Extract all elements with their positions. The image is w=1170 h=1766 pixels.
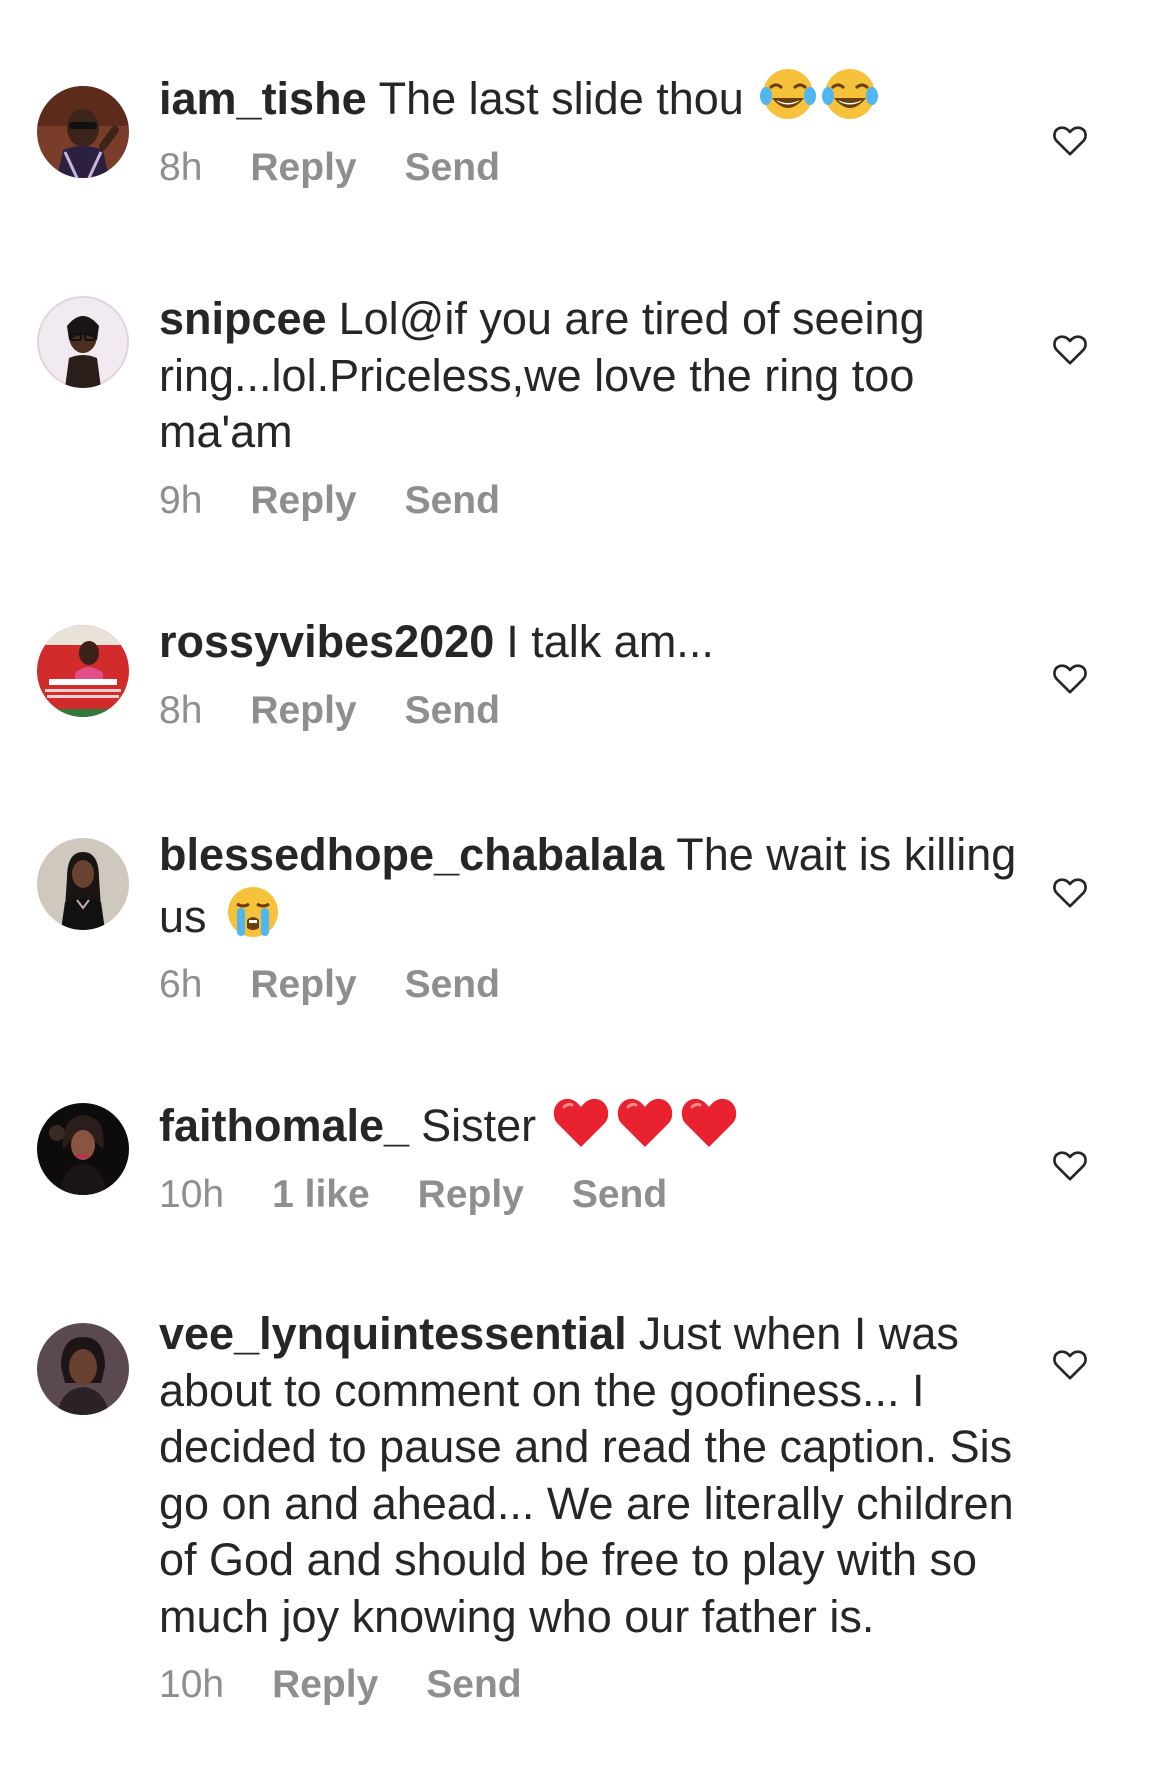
heart-outline-icon	[1053, 664, 1087, 694]
heart-outline-icon	[1053, 1151, 1087, 1181]
comment-message: The last slide thou	[378, 73, 744, 124]
reply-button[interactable]: Reply	[418, 1173, 524, 1217]
red-heart-icon	[680, 1093, 738, 1149]
comment-meta: 6h Reply Send	[159, 963, 1019, 1019]
comment-timestamp: 10h	[159, 1663, 225, 1706]
reply-button[interactable]: Reply	[250, 479, 356, 523]
comment-like-count[interactable]: 1 like	[272, 1173, 370, 1217]
avatar[interactable]	[37, 1323, 129, 1415]
comment-body: iam_tishe The last slide thou 8h Reply Send	[159, 66, 1019, 202]
comment-meta: 10h Reply Send	[159, 1663, 1019, 1719]
comment-username[interactable]: iam_tishe	[159, 73, 367, 124]
heart-outline-icon	[1053, 1350, 1087, 1380]
reply-button[interactable]: Reply	[250, 689, 356, 733]
comment-timestamp: 8h	[159, 145, 203, 189]
comment-text: blessedhope_chabalala The wait is killing…	[159, 827, 1019, 945]
avatar[interactable]	[37, 86, 129, 178]
comment-message: Sister	[421, 1100, 537, 1151]
avatar[interactable]	[37, 1103, 129, 1195]
heart-outline-icon	[1053, 335, 1087, 365]
comment-body: blessedhope_chabalala The wait is killing…	[159, 827, 1019, 1019]
comment-timestamp: 8h	[159, 688, 203, 732]
send-button[interactable]: Send	[405, 963, 500, 1007]
comment-meta: 10h 1 like Reply Send	[159, 1173, 1019, 1229]
comment-timestamp: 9h	[159, 478, 203, 522]
face-with-tears-of-joy-icon	[821, 66, 878, 122]
red-heart-icon	[616, 1093, 674, 1149]
like-button[interactable]	[1050, 329, 1090, 369]
avatar[interactable]	[37, 625, 129, 717]
heart-outline-icon	[1053, 878, 1087, 908]
comment-username[interactable]: faithomale_	[159, 1100, 409, 1151]
red-heart-icon	[552, 1093, 610, 1149]
comment-body: snipcee Lol@if you are tired of seeing ri…	[159, 291, 1019, 535]
like-button[interactable]	[1050, 120, 1090, 160]
send-button[interactable]: Send	[405, 689, 500, 733]
comment-text: vee_lynquintessential Just when I was abo…	[159, 1306, 1019, 1645]
loudly-crying-face-icon	[225, 884, 281, 940]
like-button[interactable]	[1050, 1344, 1090, 1384]
comment-message: I talk am...	[506, 616, 714, 667]
reply-button[interactable]: Reply	[250, 146, 356, 190]
comment-meta: 8h Reply Send	[159, 689, 1019, 745]
avatar[interactable]	[37, 296, 129, 388]
comment-text: rossyvibes2020 I talk am...	[159, 614, 1019, 671]
like-button[interactable]	[1050, 658, 1090, 698]
comment-text: iam_tishe The last slide thou	[159, 66, 1019, 128]
comment-meta: 8h Reply Send	[159, 146, 1019, 202]
heart-outline-icon	[1053, 126, 1087, 156]
comment-timestamp: 6h	[159, 963, 203, 1006]
send-button[interactable]: Send	[405, 479, 500, 523]
send-button[interactable]: Send	[405, 146, 500, 190]
comment-body: vee_lynquintessential Just when I was abo…	[159, 1306, 1019, 1719]
comment-timestamp: 10h	[159, 1172, 225, 1216]
like-button[interactable]	[1050, 1145, 1090, 1185]
comment-username[interactable]: vee_lynquintessential	[159, 1308, 627, 1359]
comment-text: faithomale_ Sister	[159, 1093, 1019, 1155]
comment-username[interactable]: snipcee	[159, 293, 327, 344]
avatar[interactable]	[37, 838, 129, 930]
comment-username[interactable]: rossyvibes2020	[159, 616, 494, 667]
comment-body: rossyvibes2020 I talk am... 8h Reply Send	[159, 614, 1019, 745]
comment-body: faithomale_ Sister 10h 1 like Reply Send	[159, 1093, 1019, 1229]
comment-text: snipcee Lol@if you are tired of seeing ri…	[159, 291, 1019, 461]
like-button[interactable]	[1050, 872, 1090, 912]
reply-button[interactable]: Reply	[250, 963, 356, 1007]
send-button[interactable]: Send	[426, 1663, 521, 1707]
reply-button[interactable]: Reply	[272, 1663, 378, 1707]
comment-username[interactable]: blessedhope_chabalala	[159, 829, 664, 880]
comment-meta: 9h Reply Send	[159, 479, 1019, 535]
face-with-tears-of-joy-icon	[759, 66, 816, 122]
send-button[interactable]: Send	[572, 1173, 667, 1217]
